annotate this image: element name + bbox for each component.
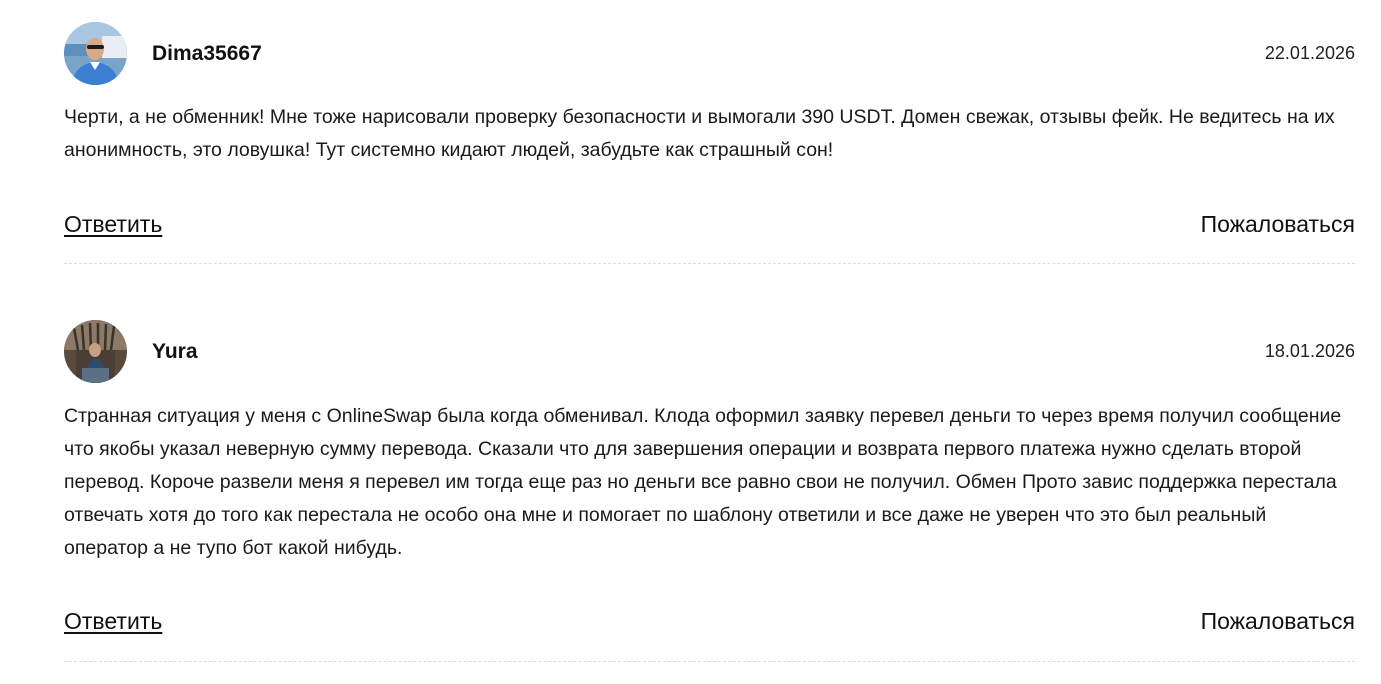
comment-text: Черти, а не обменник! Мне тоже нарисовал… bbox=[64, 106, 1335, 161]
avatar-photo-icon bbox=[64, 22, 127, 85]
comment-item: Dima35667 22.01.2026 Черти, а не обменни… bbox=[64, 0, 1355, 264]
comment-date: 22.01.2026 bbox=[1264, 43, 1355, 63]
report-link[interactable]: Пожаловаться bbox=[1201, 210, 1355, 238]
report-link[interactable]: Пожаловаться bbox=[1201, 607, 1355, 635]
comments-list: Dima35667 22.01.2026 Черти, а не обменни… bbox=[64, 0, 1355, 662]
comment-author: Yura bbox=[152, 340, 198, 363]
user-avatar-icon bbox=[64, 22, 127, 85]
comment-item: Yura 18.01.2026 Странная ситуация у меня… bbox=[64, 320, 1355, 662]
user-avatar-icon bbox=[64, 320, 127, 383]
avatar-photo-icon bbox=[64, 320, 127, 383]
reply-link[interactable]: Ответить bbox=[64, 210, 162, 238]
comment-date: 18.01.2026 bbox=[1264, 341, 1355, 361]
comment-text: Странная ситуация у меня с OnlineSwap бы… bbox=[64, 405, 1342, 559]
reply-link[interactable]: Ответить bbox=[64, 607, 162, 635]
comment-author: Dima35667 bbox=[152, 42, 262, 65]
